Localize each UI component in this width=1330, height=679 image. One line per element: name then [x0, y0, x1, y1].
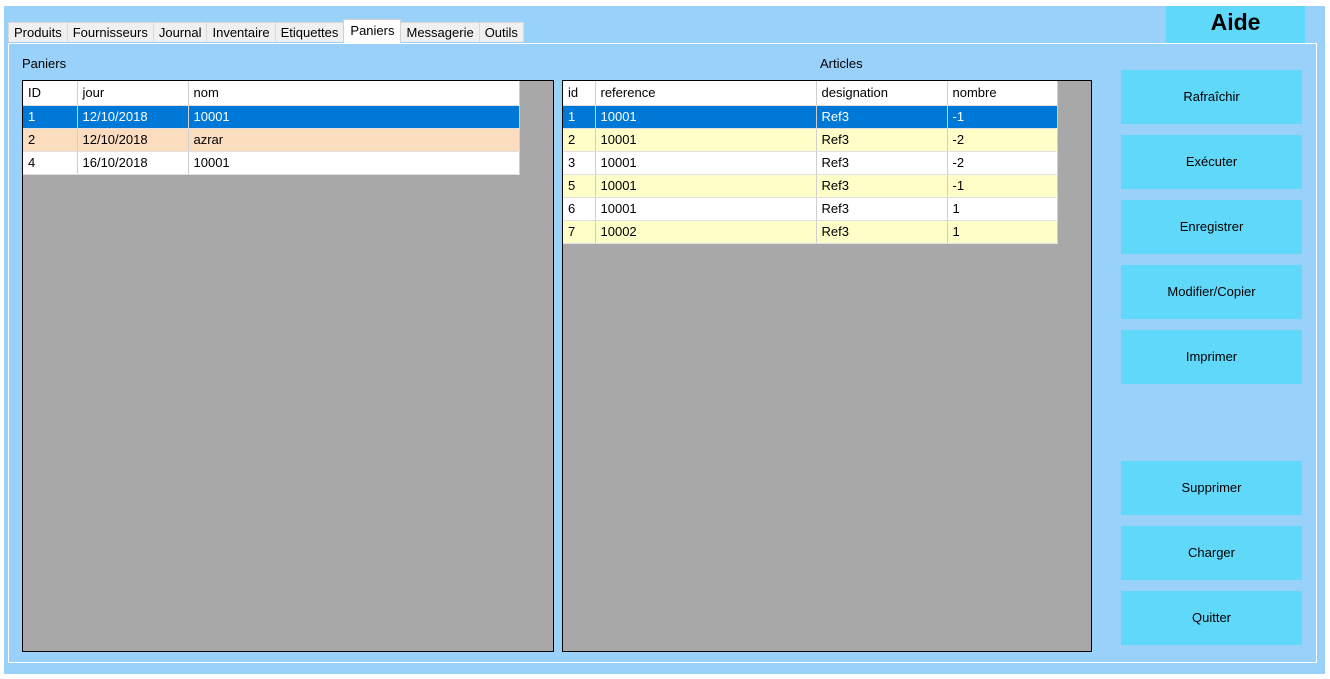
tab-inventaire[interactable]: Inventaire — [206, 22, 276, 42]
cell-nombre: -2 — [947, 151, 1058, 175]
table-row[interactable]: 1 12/10/2018 10001 — [23, 105, 520, 129]
window-edge-left — [0, 0, 4, 679]
column-header-id[interactable]: ID — [23, 81, 78, 106]
articles-caption: Articles — [820, 56, 863, 71]
cell-id: 2 — [23, 128, 78, 152]
paniers-caption: Paniers — [22, 56, 67, 71]
cell-designation: Ref3 — [816, 105, 948, 129]
save-button[interactable]: Enregistrer — [1121, 200, 1302, 254]
articles-grid[interactable]: id reference designation nombre 1 10001 … — [562, 80, 1092, 652]
cell-designation: Ref3 — [816, 220, 948, 244]
quit-button[interactable]: Quitter — [1121, 591, 1302, 645]
cell-reference: 10001 — [595, 151, 817, 175]
tab-messagerie[interactable]: Messagerie — [400, 22, 480, 42]
refresh-button[interactable]: Rafraîchir — [1121, 70, 1302, 124]
load-button[interactable]: Charger — [1121, 526, 1302, 580]
paniers-grid[interactable]: ID jour nom 1 12/10/2018 10001 2 12/10/2… — [22, 80, 554, 652]
print-button[interactable]: Imprimer — [1121, 330, 1302, 384]
cell-nombre: 1 — [947, 197, 1058, 221]
cell-nombre: 1 — [947, 220, 1058, 244]
cell-reference: 10001 — [595, 105, 817, 129]
cell-id: 4 — [23, 151, 78, 175]
column-header-nombre[interactable]: nombre — [947, 81, 1058, 106]
cell-nom: 10001 — [188, 151, 520, 175]
cell-designation: Ref3 — [816, 128, 948, 152]
column-header-reference[interactable]: reference — [595, 81, 817, 106]
cell-nom: azrar — [188, 128, 520, 152]
tab-journal[interactable]: Journal — [152, 22, 208, 42]
cell-nombre: -1 — [947, 174, 1058, 198]
edit-copy-button[interactable]: Modifier/Copier — [1121, 265, 1302, 319]
table-row[interactable]: 4 16/10/2018 10001 — [23, 151, 520, 175]
tab-etiquettes[interactable]: Etiquettes — [274, 22, 345, 42]
cell-reference: 10002 — [595, 220, 817, 244]
cell-id: 7 — [563, 220, 596, 244]
table-row[interactable]: 2 12/10/2018 azrar — [23, 128, 520, 152]
column-header-designation[interactable]: designation — [816, 81, 948, 106]
window-edge-bottom — [0, 674, 1330, 679]
cell-jour: 12/10/2018 — [77, 105, 189, 129]
cell-jour: 12/10/2018 — [77, 128, 189, 152]
table-row[interactable]: 7 10002 Ref3 1 — [563, 220, 1058, 244]
table-row[interactable]: 1 10001 Ref3 -1 — [563, 105, 1058, 129]
column-header-id[interactable]: id — [563, 81, 596, 106]
main-window: Aide Produits Fournisseurs Journal Inven… — [0, 0, 1330, 679]
tab-bar: Produits Fournisseurs Journal Inventaire… — [8, 19, 524, 43]
table-row[interactable]: 3 10001 Ref3 -2 — [563, 151, 1058, 175]
execute-button[interactable]: Exécuter — [1121, 135, 1302, 189]
window-edge-right — [1325, 0, 1330, 679]
cell-reference: 10001 — [595, 197, 817, 221]
cell-nombre: -1 — [947, 105, 1058, 129]
tab-outils[interactable]: Outils — [478, 22, 524, 42]
cell-id: 1 — [23, 105, 78, 129]
cell-nom: 10001 — [188, 105, 520, 129]
column-header-jour[interactable]: jour — [77, 81, 189, 106]
delete-button[interactable]: Supprimer — [1121, 461, 1302, 515]
cell-reference: 10001 — [595, 128, 817, 152]
cell-reference: 10001 — [595, 174, 817, 198]
column-header-nom[interactable]: nom — [188, 81, 520, 106]
cell-id: 2 — [563, 128, 596, 152]
cell-id: 6 — [563, 197, 596, 221]
cell-id: 3 — [563, 151, 596, 175]
cell-id: 5 — [563, 174, 596, 198]
cell-designation: Ref3 — [816, 151, 948, 175]
tab-fournisseurs[interactable]: Fournisseurs — [66, 22, 154, 42]
tab-paniers[interactable]: Paniers — [343, 19, 402, 43]
table-row[interactable]: 2 10001 Ref3 -2 — [563, 128, 1058, 152]
table-row[interactable]: 5 10001 Ref3 -1 — [563, 174, 1058, 198]
window-edge-top — [0, 0, 1330, 6]
cell-nombre: -2 — [947, 128, 1058, 152]
cell-id: 1 — [563, 105, 596, 129]
tab-produits[interactable]: Produits — [8, 22, 68, 42]
cell-designation: Ref3 — [816, 197, 948, 221]
table-row[interactable]: 6 10001 Ref3 1 — [563, 197, 1058, 221]
help-button[interactable]: Aide — [1166, 6, 1305, 43]
cell-jour: 16/10/2018 — [77, 151, 189, 175]
cell-designation: Ref3 — [816, 174, 948, 198]
